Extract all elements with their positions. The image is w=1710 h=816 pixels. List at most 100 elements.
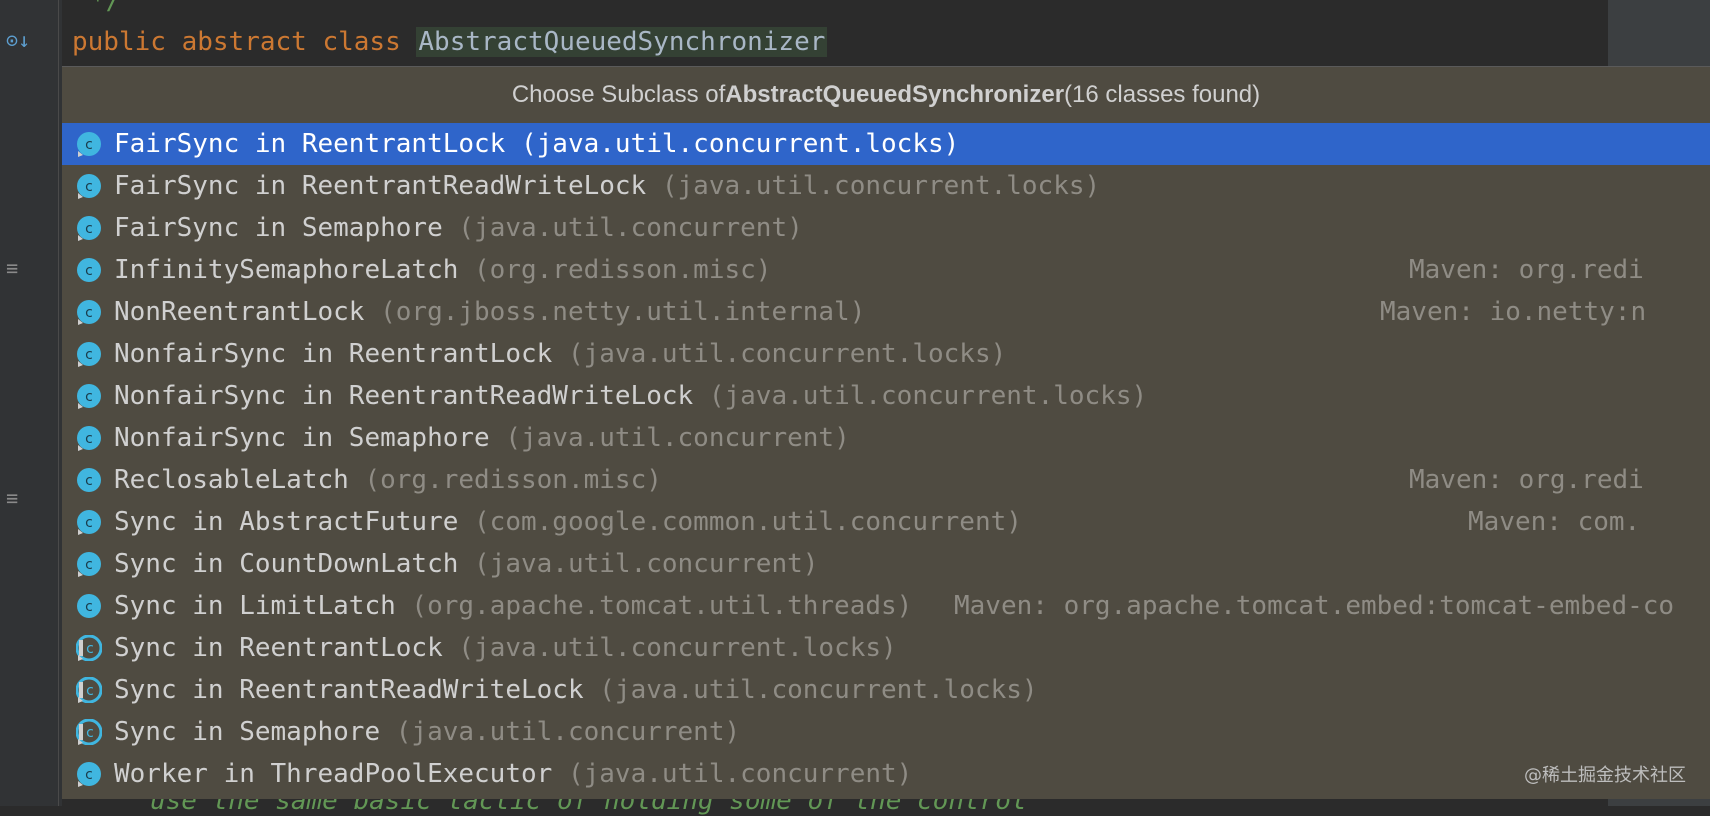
- svg-text:c: c: [85, 179, 93, 195]
- package-name: (java.util.concurrent): [458, 213, 803, 243]
- list-item[interactable]: c NonfairSync in ReentrantReadWriteLock (…: [62, 375, 1710, 417]
- popup-title: Choose Subclass of AbstractQueuedSynchro…: [62, 67, 1710, 123]
- list-item[interactable]: c NonfairSync in ReentrantLock (java.util…: [62, 333, 1710, 375]
- popup-title-prefix: Choose Subclass of: [511, 81, 726, 108]
- package-name: (org.redisson.misc): [474, 255, 772, 285]
- svg-text:c: c: [85, 389, 93, 405]
- list-item[interactable]: c Sync in AbstractFuture (com.google.comm…: [62, 501, 1710, 543]
- class-name: Sync in AbstractFuture: [114, 507, 459, 537]
- inner-class-icon: c: [77, 384, 101, 409]
- package-name: (org.jboss.netty.util.internal): [380, 297, 866, 327]
- class-name: NonfairSync in ReentrantReadWriteLock: [114, 381, 694, 411]
- list-item[interactable]: c FairSync in ReentrantReadWriteLock (jav…: [62, 165, 1710, 207]
- package-name: (org.apache.tomcat.util.threads): [411, 591, 913, 621]
- package-name: (java.util.concurrent): [567, 759, 913, 789]
- svg-text:c: c: [85, 473, 93, 489]
- item-label: Sync in Semaphore (java.util.concurrent): [114, 711, 740, 753]
- item-label: Sync in AbstractFuture (com.google.commo…: [114, 501, 1022, 543]
- svg-text:c: c: [85, 263, 93, 279]
- svg-text:c: c: [85, 305, 93, 321]
- svg-text:c: c: [86, 725, 94, 741]
- comment-end: */: [90, 0, 122, 16]
- item-label: ReclosableLatch (org.redisson.misc): [114, 459, 662, 501]
- list-item[interactable]: c NonReentrantLock (org.jboss.netty.util.…: [62, 291, 1710, 333]
- item-label: FairSync in ReentrantLock (java.util.con…: [114, 123, 959, 165]
- class-icon: c: [77, 258, 101, 282]
- item-label: Worker in ThreadPoolExecutor (java.util.…: [114, 753, 912, 795]
- svg-text:c: c: [85, 221, 93, 237]
- class-name[interactable]: AbstractQueuedSynchronizer: [416, 27, 828, 57]
- structure-gutter-icon[interactable]: ≡: [6, 486, 18, 510]
- class-icon: c: [77, 594, 101, 618]
- class-icon: c: [77, 468, 101, 492]
- package-name: (java.util.concurrent.locks): [708, 381, 1148, 411]
- maven-source: Maven: io.netty:n: [1380, 297, 1647, 327]
- package-name: (java.util.concurrent.locks): [458, 633, 897, 663]
- svg-text:c: c: [85, 767, 93, 783]
- item-label: FairSync in Semaphore (java.util.concurr…: [114, 207, 803, 249]
- item-label: NonfairSync in Semaphore (java.util.conc…: [114, 417, 850, 459]
- package-name: (java.util.concurrent.locks): [599, 675, 1038, 705]
- override-gutter-icon[interactable]: ⊙↓: [6, 28, 30, 52]
- keyword-public: public: [72, 27, 166, 57]
- class-name: Worker in ThreadPoolExecutor: [114, 759, 553, 789]
- package-name: (com.google.common.util.concurrent): [474, 507, 1022, 537]
- package-name: (org.redisson.misc): [364, 465, 662, 495]
- list-item[interactable]: c InfinitySemaphoreLatch (org.redisson.mi…: [62, 249, 1710, 291]
- item-label: Sync in CountDownLatch (java.util.concur…: [114, 543, 818, 585]
- subclass-list: c FairSync in ReentrantLock (java.util.co…: [62, 123, 1710, 795]
- class-declaration-line[interactable]: public abstract class AbstractQueuedSync…: [72, 22, 828, 62]
- class-name: InfinitySemaphoreLatch: [114, 255, 459, 285]
- structure-gutter-icon[interactable]: ≡: [6, 256, 18, 280]
- svg-text:c: c: [85, 431, 93, 447]
- inner-class-icon: c: [77, 426, 101, 451]
- item-label: Sync in ReentrantLock (java.util.concurr…: [114, 627, 897, 669]
- item-label: Sync in ReentrantReadWriteLock (java.uti…: [114, 669, 1038, 711]
- keyword-abstract: abstract: [181, 27, 307, 57]
- item-label: NonfairSync in ReentrantLock (java.util.…: [114, 333, 1006, 375]
- list-item[interactable]: c Sync in Semaphore (java.util.concurrent…: [62, 711, 1710, 753]
- svg-text:c: c: [86, 641, 94, 657]
- list-item[interactable]: c Sync in ReentrantLock (java.util.concur…: [62, 627, 1710, 669]
- list-item[interactable]: c Sync in ReentrantReadWriteLock (java.ut…: [62, 669, 1710, 711]
- class-name: Sync in CountDownLatch: [114, 549, 459, 579]
- package-name: (java.util.concurrent): [395, 717, 741, 747]
- inner-class-icon: c: [77, 216, 101, 241]
- maven-source: Maven: com.: [1468, 507, 1641, 537]
- inner-class-icon: c: [77, 510, 101, 535]
- class-name: NonfairSync in ReentrantLock: [114, 339, 553, 369]
- inner-class-icon: c: [77, 300, 101, 325]
- list-item[interactable]: c FairSync in ReentrantLock (java.util.co…: [62, 123, 1710, 165]
- item-label: FairSync in ReentrantReadWriteLock (java…: [114, 165, 1100, 207]
- class-name: FairSync in ReentrantLock: [114, 129, 506, 159]
- class-name: FairSync in ReentrantReadWriteLock: [114, 171, 647, 201]
- abstract-inner-class-icon: c: [76, 719, 102, 745]
- inner-class-icon: c: [77, 552, 101, 577]
- maven-source: Maven: org.apache.tomcat.embed:tomcat-em…: [954, 591, 1675, 621]
- list-item[interactable]: c Sync in CountDownLatch (java.util.concu…: [62, 543, 1710, 585]
- list-item[interactable]: c Sync in LimitLatch (org.apache.tomcat.u…: [62, 585, 1710, 627]
- list-item[interactable]: c FairSync in Semaphore (java.util.concur…: [62, 207, 1710, 249]
- inner-class-icon: c: [77, 762, 101, 787]
- gutter-divider: [58, 0, 59, 806]
- class-name: Sync in LimitLatch: [114, 591, 396, 621]
- inner-class-icon: c: [77, 342, 101, 367]
- popup-title-class: AbstractQueuedSynchronizer: [725, 81, 1065, 108]
- item-label: NonfairSync in ReentrantReadWriteLock (j…: [114, 375, 1147, 417]
- package-name: (java.util.concurrent): [505, 423, 850, 453]
- list-item[interactable]: c Worker in ThreadPoolExecutor (java.util…: [62, 753, 1710, 795]
- inner-class-icon: c: [77, 132, 101, 157]
- item-label: InfinitySemaphoreLatch (org.redisson.mis…: [114, 249, 771, 291]
- list-item[interactable]: c ReclosableLatch (org.redisson.misc) Mave…: [62, 459, 1710, 501]
- item-label: NonReentrantLock (org.jboss.netty.util.i…: [114, 291, 865, 333]
- item-label: Sync in LimitLatch (org.apache.tomcat.ut…: [114, 585, 912, 627]
- svg-text:c: c: [85, 599, 93, 615]
- class-name: FairSync in Semaphore: [114, 213, 443, 243]
- class-name: Sync in Semaphore: [114, 717, 381, 747]
- package-name: (java.util.concurrent): [474, 549, 819, 579]
- svg-text:c: c: [85, 515, 93, 531]
- maven-source: Maven: org.redi: [1409, 465, 1644, 495]
- inner-class-icon: c: [77, 174, 101, 199]
- list-item[interactable]: c NonfairSync in Semaphore (java.util.con…: [62, 417, 1710, 459]
- class-name: NonReentrantLock: [114, 297, 365, 327]
